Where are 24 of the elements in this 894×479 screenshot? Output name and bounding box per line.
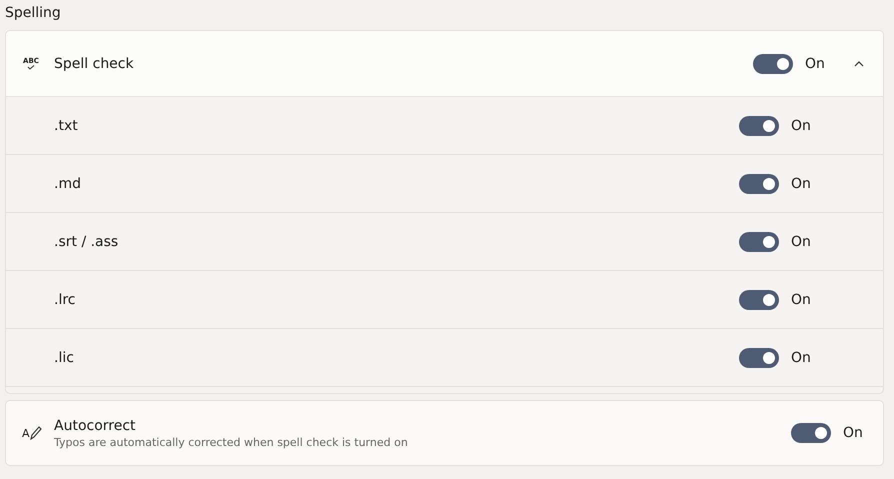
- toggle-state: On: [791, 176, 812, 192]
- file-type-label: .srt / .ass: [54, 234, 118, 250]
- section-title: Spelling: [5, 4, 62, 23]
- toggle-state: On: [805, 56, 826, 72]
- toggle-switch[interactable]: [739, 174, 779, 194]
- file-type-label: .txt: [54, 118, 78, 134]
- toggle-switch[interactable]: [739, 290, 779, 310]
- toggle-state: On: [791, 350, 812, 366]
- toggle-switch[interactable]: [791, 423, 831, 443]
- setting-label: Spell check: [54, 56, 134, 72]
- chevron-icon[interactable]: [853, 60, 865, 68]
- toggle-state: On: [791, 292, 812, 308]
- setting-description: Typos are automatically corrected when spell check is turned on: [54, 436, 408, 448]
- toggle-switch[interactable]: [753, 54, 793, 74]
- toggle-state: On: [791, 118, 812, 134]
- toggle-state: On: [791, 234, 812, 250]
- file-type-label: .lic: [54, 350, 74, 366]
- toggle-state: On: [843, 425, 864, 441]
- toggle-switch[interactable]: [739, 116, 779, 136]
- toggle-switch[interactable]: [739, 232, 779, 252]
- file-type-label: .lrc: [54, 292, 76, 308]
- setting-label: Autocorrect: [54, 418, 137, 434]
- file-type-label: .md: [54, 176, 81, 192]
- toggle-switch[interactable]: [739, 348, 779, 368]
